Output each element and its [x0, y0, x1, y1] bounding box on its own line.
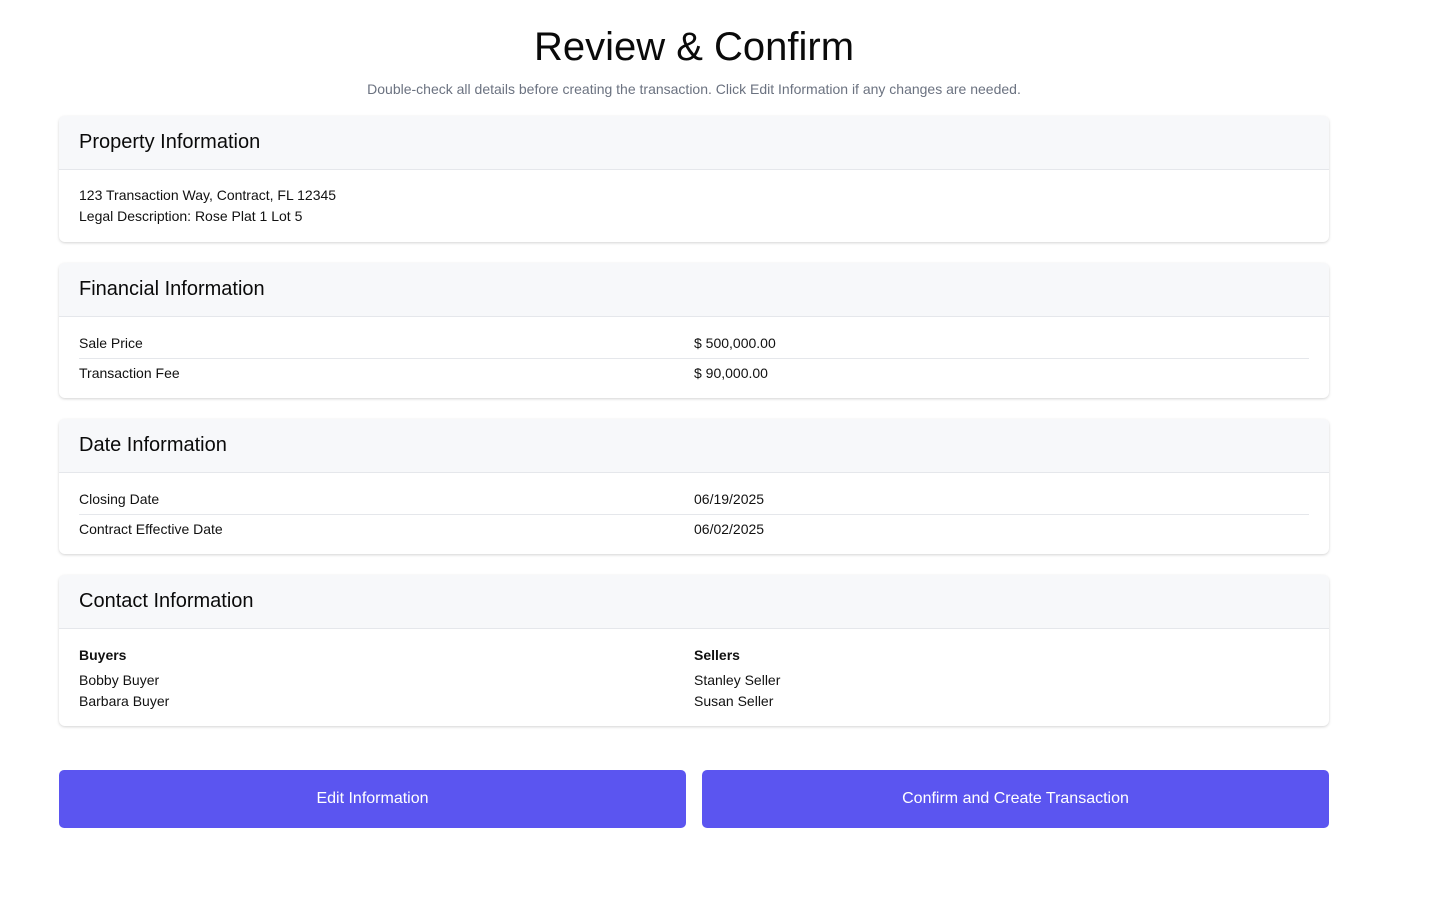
transaction-fee-row: Transaction Fee $ 90,000.00 — [79, 358, 1309, 388]
row-label: Sale Price — [79, 334, 143, 351]
closing-date-row: Closing Date 06/19/2025 — [79, 484, 1309, 514]
card-body: Sale Price $ 500,000.00 Transaction Fee … — [59, 317, 1329, 398]
review-confirm-page: Review & Confirm Double-check all detail… — [0, 0, 1454, 911]
card-title: Property Information — [79, 131, 261, 153]
property-address: 123 Transaction Way, Contract, FL 12345 — [79, 187, 337, 203]
card-title: Date Information — [79, 434, 227, 456]
card-header: Contact Information — [59, 575, 1329, 629]
seller-name: Susan Seller — [694, 693, 774, 709]
sellers-heading: Sellers — [694, 647, 740, 663]
card-title: Contact Information — [79, 590, 254, 612]
sellers-column: Sellers Stanley Seller Susan Seller — [694, 645, 1309, 712]
edit-information-button[interactable]: Edit Information — [59, 770, 686, 828]
row-value: 06/19/2025 — [694, 490, 765, 507]
row-label: Closing Date — [79, 490, 160, 507]
confirm-create-transaction-button[interactable]: Confirm and Create Transaction — [702, 770, 1329, 828]
row-value: $ 90,000.00 — [694, 365, 768, 381]
card-body: Closing Date 06/19/2025 Contract Effecti… — [59, 473, 1329, 554]
row-label: Contract Effective Date — [79, 521, 223, 537]
legal-description: Legal Description: Rose Plat 1 Lot 5 — [79, 208, 303, 224]
contact-information-card: Contact Information Buyers Bobby Buyer B… — [59, 575, 1329, 726]
property-information-card: Property Information 123 Transaction Way… — [59, 116, 1329, 242]
date-information-card: Date Information Closing Date 06/19/2025… — [59, 419, 1329, 554]
buyers-column: Buyers Bobby Buyer Barbara Buyer — [79, 645, 694, 712]
card-body: 123 Transaction Way, Contract, FL 12345 … — [59, 170, 1329, 241]
buyer-name: Barbara Buyer — [79, 693, 170, 709]
contract-effective-date-row: Contract Effective Date 06/02/2025 — [79, 514, 1309, 544]
page-title: Review & Confirm — [533, 25, 855, 69]
row-label: Transaction Fee — [79, 365, 180, 381]
card-header: Property Information — [59, 116, 1329, 170]
seller-name: Stanley Seller — [694, 672, 781, 688]
card-header: Date Information — [59, 419, 1329, 473]
financial-information-card: Financial Information Sale Price $ 500,0… — [59, 263, 1329, 398]
card-title: Financial Information — [79, 278, 265, 300]
page-subtitle: Double-check all details before creating… — [367, 81, 1021, 97]
card-body: Buyers Bobby Buyer Barbara Buyer Sellers… — [59, 629, 1329, 726]
row-value: $ 500,000.00 — [694, 334, 776, 351]
buyer-name: Bobby Buyer — [79, 672, 160, 688]
contacts-columns: Buyers Bobby Buyer Barbara Buyer Sellers… — [79, 645, 1309, 712]
card-header: Financial Information — [59, 263, 1329, 317]
buyers-heading: Buyers — [79, 647, 127, 663]
row-value: 06/02/2025 — [694, 521, 765, 537]
sale-price-row: Sale Price $ 500,000.00 — [79, 328, 1309, 358]
